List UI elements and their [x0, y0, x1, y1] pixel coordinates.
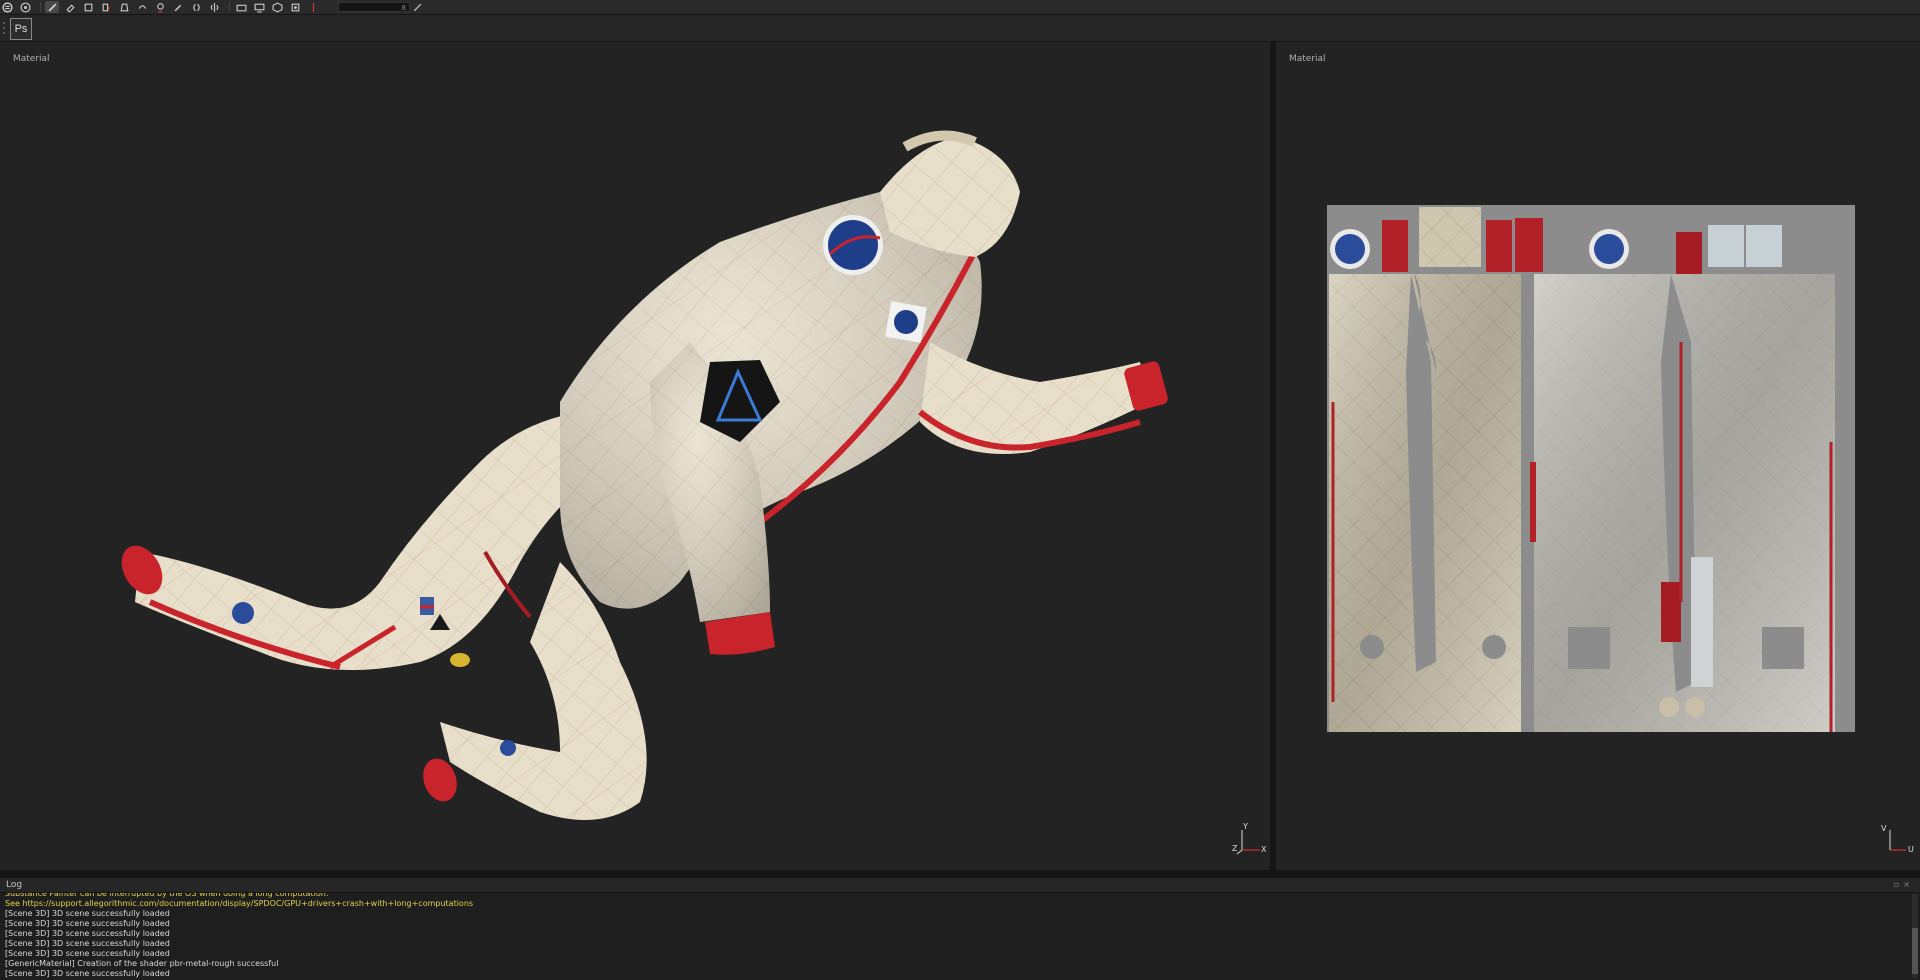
log-splitter[interactable]: [0, 870, 1920, 878]
toolbar-separator: [229, 2, 230, 12]
log-line: [Scene 3D] 3D scene successfully loaded: [5, 939, 170, 948]
brush-icon[interactable]: [45, 1, 59, 13]
texture-set-icon[interactable]: [270, 1, 284, 13]
polygon-fill-icon[interactable]: [117, 1, 131, 13]
bracket-icon[interactable]: [189, 1, 203, 13]
geometry-icon[interactable]: [99, 1, 113, 13]
toolbar-separator: [40, 2, 41, 12]
axis-y-label: Y: [1243, 822, 1248, 831]
log-header: Log ▫×: [0, 878, 1920, 893]
drag-handle-icon[interactable]: [2, 18, 7, 38]
pen-icon[interactable]: [410, 1, 424, 13]
display-icon[interactable]: [252, 1, 266, 13]
axis-gizmo-3d: Y Z X: [1230, 822, 1270, 856]
log-line: [GenericMaterial] Creation of the shader…: [5, 959, 279, 968]
log-lines: Substance Painter can be interrupted by …: [0, 893, 1920, 979]
smudge-icon[interactable]: [135, 1, 149, 13]
log-line: [Scene 3D] 3D scene successfully loaded: [5, 949, 170, 958]
brush-size-field[interactable]: 8: [338, 2, 410, 12]
log-line: [Scene 3D] 3D scene successfully loaded: [5, 909, 170, 918]
main-toolbar: 8: [0, 0, 1920, 15]
camera-icon[interactable]: [234, 1, 248, 13]
eraser-icon[interactable]: [63, 1, 77, 13]
log-panel-controls[interactable]: ▫×: [1894, 880, 1914, 889]
projection-icon[interactable]: [81, 1, 95, 13]
plugin-toolbar: Ps: [0, 15, 1920, 42]
log-panel: Log ▫× Substance Painter can be interrup…: [0, 878, 1920, 980]
symmetry-icon[interactable]: [207, 1, 221, 13]
log-title: Log: [6, 880, 23, 890]
clone-icon[interactable]: [153, 1, 167, 13]
axis-x-label: X: [1261, 845, 1267, 854]
material-icon[interactable]: [18, 1, 32, 13]
axis-u-label: U: [1908, 845, 1914, 854]
painter-logo-icon[interactable]: [0, 1, 14, 13]
screenshot-icon[interactable]: [288, 1, 302, 13]
axis-v-label: V: [1881, 824, 1887, 833]
iray-icon[interactable]: [306, 1, 320, 13]
photoshop-export-button[interactable]: Ps: [10, 18, 32, 40]
log-line: [Scene 3D] 3D scene successfully loaded: [5, 919, 170, 928]
uv-texture-map[interactable]: [1276, 42, 1920, 870]
astronaut-suit-model[interactable]: [0, 42, 1270, 870]
log-line: See https://support.allegorithmic.com/do…: [5, 899, 474, 908]
axis-z-label: Z: [1232, 844, 1238, 853]
log-line: [Scene 3D] 3D scene successfully loaded: [5, 929, 170, 938]
color-picker-icon[interactable]: [171, 1, 185, 13]
axis-gizmo-uv: V U: [1880, 822, 1920, 856]
viewport-2d[interactable]: Material V U: [1276, 42, 1920, 870]
log-scrollbar-thumb[interactable]: [1912, 928, 1918, 974]
log-line: [Scene 3D] 3D scene successfully loaded: [5, 969, 170, 978]
viewport-3d[interactable]: Material Y Z X: [0, 42, 1270, 870]
